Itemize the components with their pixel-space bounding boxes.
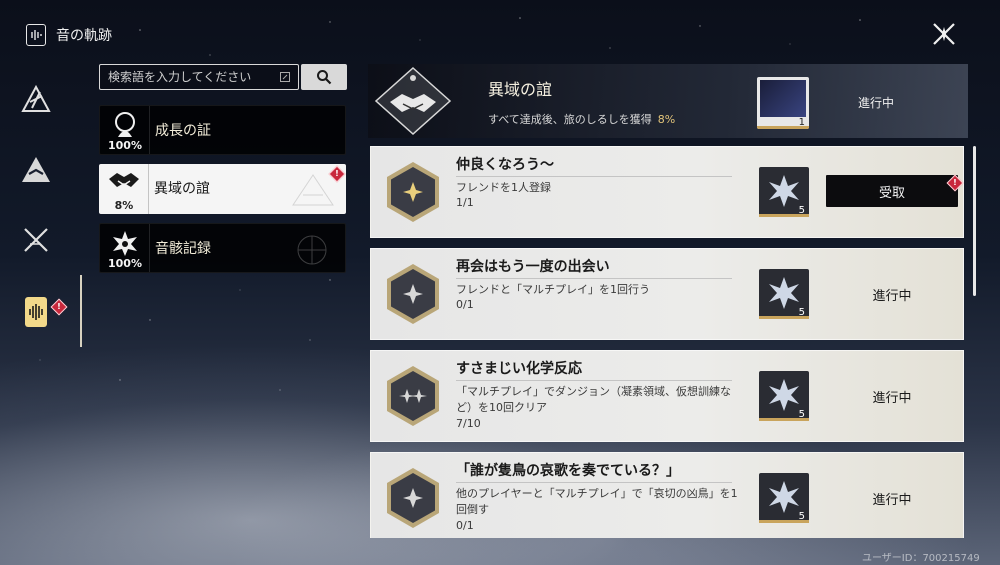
- rail-item-mountain[interactable]: [16, 150, 56, 190]
- quest-title: 仲良くなろう～: [456, 157, 554, 173]
- category-banner: 異域の誼 すべて達成後、旅のしるしを獲得 8% 1 進行中: [368, 64, 968, 138]
- category-friendship[interactable]: 8% 異域の誼: [99, 164, 346, 214]
- banner-status: 進行中: [858, 96, 895, 110]
- quest-card: 再会はもう一度の出会い フレンドと「マルチプレイ」を1回行う 0/1 5 進行中: [370, 248, 964, 340]
- banner-reward-item[interactable]: 1: [757, 77, 809, 129]
- quest-hex-badge-icon: [387, 468, 439, 528]
- reward-quantity: 5: [798, 511, 805, 522]
- category-label: 成長の証: [155, 123, 211, 139]
- reward-quantity: 5: [798, 205, 805, 216]
- search-button[interactable]: [301, 64, 347, 90]
- search-icon: [317, 70, 332, 85]
- category-growth[interactable]: 100% 成長の証: [99, 105, 346, 155]
- quest-hex-badge-icon: [387, 366, 439, 426]
- quest-status: 進行中: [872, 391, 912, 406]
- banner-percent: 8%: [657, 113, 676, 126]
- handshake-emblem-icon: [374, 66, 452, 136]
- claim-button[interactable]: 受取: [826, 175, 958, 207]
- quest-description: フレンドを1人登録: [456, 181, 551, 194]
- triangle-crest-icon: [21, 84, 51, 112]
- quest-status: 進行中: [872, 493, 912, 508]
- reward-quantity: 5: [798, 307, 805, 318]
- window-header: 音の軌跡: [26, 22, 112, 48]
- user-id-label: ユーザーID：700215749: [862, 553, 980, 564]
- soundwave-record-icon: [29, 304, 43, 320]
- category-label: 音骸記録: [155, 241, 211, 257]
- category-label: 異域の誼: [154, 181, 210, 197]
- rail-notification-badge: !: [50, 298, 68, 316]
- quest-card: 「誰が隻鳥の哀歌を奏でている？」 他のプレイヤーと「マルチプレイ」で「哀切の凶鳥…: [370, 452, 964, 538]
- quest-reward-item[interactable]: 5: [759, 269, 809, 319]
- quest-list: 仲良くなろう～ フレンドを1人登録 1/1 5 受取 ! 再会はもう一度の出会い…: [370, 146, 964, 538]
- quest-list-scrollbar[interactable]: [973, 146, 976, 296]
- search-input[interactable]: [108, 70, 268, 84]
- growth-emblem-icon: [114, 112, 135, 137]
- reward-quantity: 5: [798, 409, 805, 420]
- category-decoration-icon: [297, 235, 327, 265]
- close-button[interactable]: [928, 18, 960, 50]
- quest-progress: 0/1: [456, 519, 474, 532]
- quest-description: フレンドと「マルチプレイ」を1回行う: [456, 283, 650, 296]
- quest-progress: 7/10: [456, 417, 481, 430]
- close-x-icon: [933, 23, 955, 45]
- quest-card: すさまじい化学反応 「マルチプレイ」でダンジョン（凝素領域、仮想訓練など）を10…: [370, 350, 964, 442]
- quest-description: 「マルチプレイ」でダンジョン（凝素領域、仮想訓練など）を10回クリア: [456, 385, 731, 414]
- quest-title: 再会はもう一度の出会い: [456, 259, 610, 275]
- quest-reward-item[interactable]: 5: [759, 371, 809, 421]
- search-field[interactable]: [99, 64, 299, 90]
- edit-icon: [280, 72, 290, 82]
- rail-active-indicator: [80, 275, 82, 347]
- quest-status: 進行中: [872, 289, 912, 304]
- rail-item-battle[interactable]: [16, 220, 56, 260]
- page-title: 音の軌跡: [56, 28, 112, 44]
- category-echo-record[interactable]: 100% 音骸記録: [99, 223, 346, 273]
- quest-progress: 1/1: [456, 196, 474, 209]
- echo-flower-icon: [112, 231, 137, 256]
- mountain-icon: [22, 157, 50, 182]
- category-percent: 100%: [108, 139, 142, 152]
- quest-reward-item[interactable]: 5: [759, 167, 809, 217]
- quest-description: 他のプレイヤーと「マルチプレイ」で「哀切の凶鳥」を1回倒す: [456, 487, 738, 516]
- reward-quantity: 1: [798, 117, 805, 128]
- quest-hex-badge-icon: [387, 162, 439, 222]
- rail-item-sound-record[interactable]: [25, 297, 47, 327]
- banner-description: すべて達成後、旅のしるしを獲得 8%: [488, 113, 676, 126]
- category-percent: 100%: [108, 257, 142, 270]
- quest-title: 「誰が隻鳥の哀歌を奏でている？」: [456, 463, 680, 479]
- handshake-icon: [108, 173, 139, 187]
- quest-card: 仲良くなろう～ フレンドを1人登録 1/1 5 受取 !: [370, 146, 964, 238]
- quest-hex-badge-icon: [387, 264, 439, 324]
- crossed-swords-icon: [24, 228, 48, 252]
- music-record-icon: [26, 24, 46, 46]
- category-percent: 8%: [114, 199, 134, 212]
- quest-progress: 0/1: [456, 298, 474, 311]
- banner-title: 異域の誼: [488, 80, 553, 99]
- travel-token-icon: [760, 80, 806, 117]
- quest-title: すさまじい化学反応: [456, 361, 582, 377]
- quest-reward-item[interactable]: 5: [759, 473, 809, 523]
- rail-item-crest[interactable]: [16, 80, 56, 120]
